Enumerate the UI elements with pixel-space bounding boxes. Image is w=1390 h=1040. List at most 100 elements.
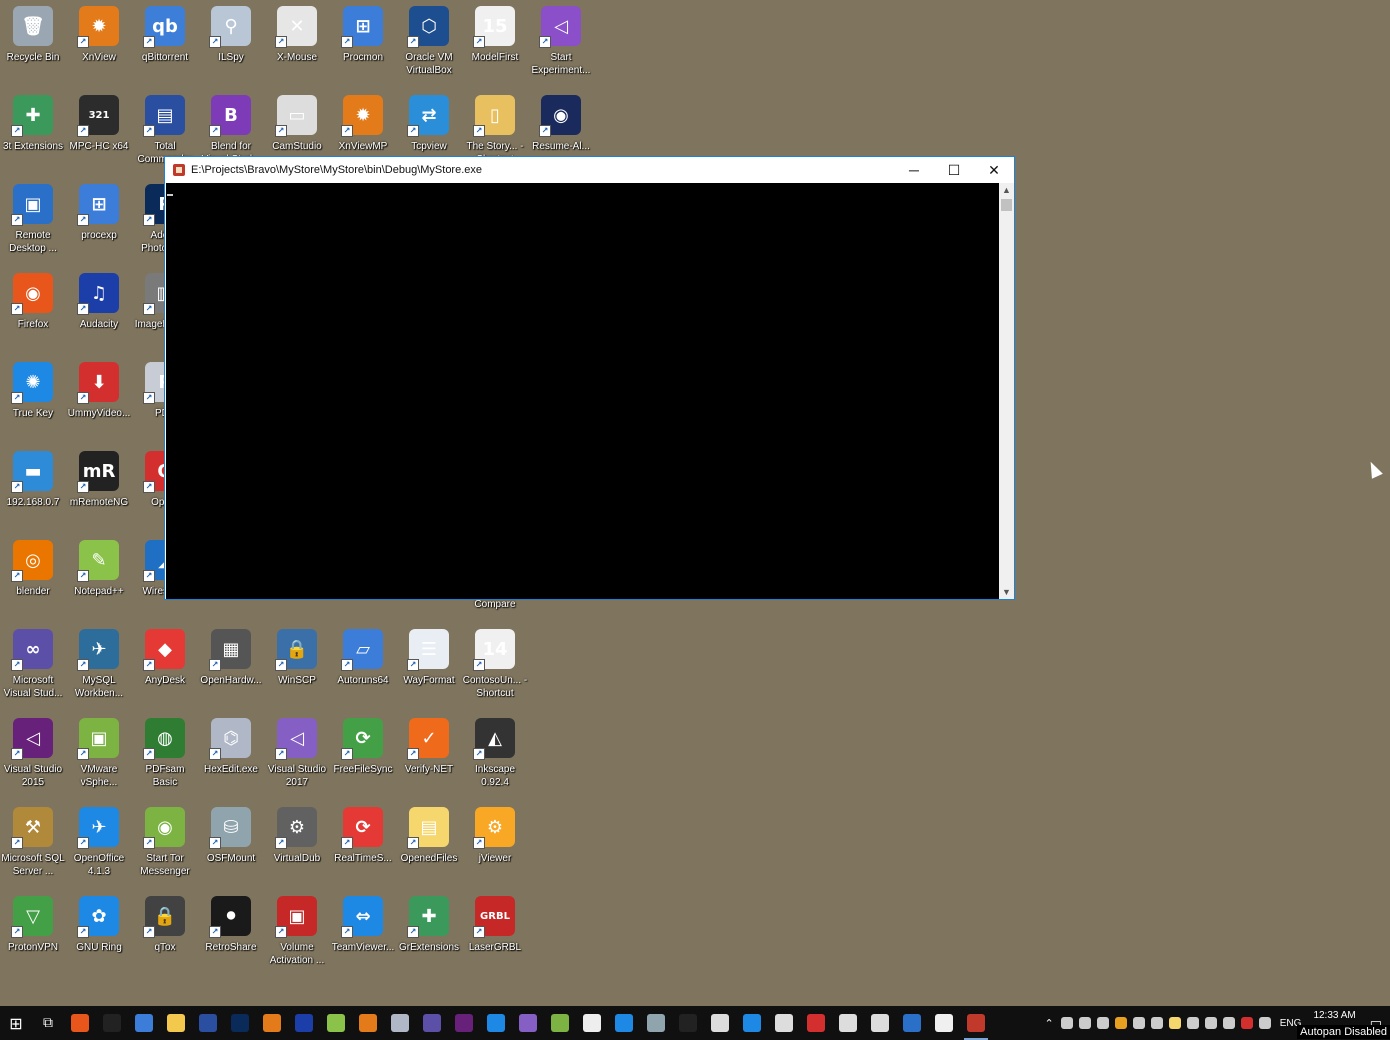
desktop-icon[interactable]: ▱ ↗ Autoruns64 [330, 625, 396, 711]
desktop-icon[interactable]: ✺ ↗ True Key [0, 358, 66, 444]
desktop-icon[interactable]: ✈ ↗ MySQL Workben... [66, 625, 132, 711]
taskbar-app-button[interactable] [800, 1006, 832, 1040]
desktop-icon[interactable]: ⚫ ↗ RetroShare [198, 892, 264, 978]
tray-app-icon[interactable] [1078, 1017, 1091, 1029]
tray-app-icon[interactable] [1168, 1017, 1181, 1029]
taskbar-app-button[interactable] [288, 1006, 320, 1040]
desktop-icon[interactable]: ✓ ↗ Verify-NET [396, 714, 462, 800]
tray-app-icon[interactable] [1096, 1017, 1109, 1029]
desktop-icon[interactable]: ▣ ↗ VMware vSphe... [66, 714, 132, 800]
desktop-icon[interactable]: ◭ ↗ Inkscape 0.92.4 [462, 714, 528, 800]
desktop-icon[interactable]: ⌬ ↗ HexEdit.exe [198, 714, 264, 800]
desktop-icon[interactable]: ⊞ ↗ procexp [66, 180, 132, 266]
desktop-icon[interactable]: ✕ ↗ X-Mouse [264, 2, 330, 88]
taskbar-app-button[interactable] [640, 1006, 672, 1040]
start-button[interactable]: ⊞ [0, 1006, 32, 1040]
desktop-icon[interactable]: ✎ ↗ Notepad++ [66, 536, 132, 622]
tray-app-icon[interactable] [1222, 1017, 1235, 1029]
desktop-icon[interactable]: ⛁ ↗ OSFMount [198, 803, 264, 889]
taskbar-app-button[interactable] [160, 1006, 192, 1040]
show-hidden-icons-icon[interactable]: ⌃ [1045, 1017, 1054, 1030]
taskbar-app-button[interactable] [864, 1006, 896, 1040]
desktop-icon[interactable]: ✿ ↗ GNU Ring [66, 892, 132, 978]
taskbar-app-button[interactable] [96, 1006, 128, 1040]
tray-app-icon[interactable] [1060, 1017, 1073, 1029]
close-button[interactable]: ✕ [974, 157, 1014, 183]
taskbar-app-button[interactable] [416, 1006, 448, 1040]
desktop-icon[interactable]: 🔒 ↗ qTox [132, 892, 198, 978]
desktop-icon[interactable]: GRBL ↗ LaserGRBL [462, 892, 528, 978]
desktop-icon[interactable]: ✈ ↗ OpenOffice 4.1.3 [66, 803, 132, 889]
desktop-icon[interactable]: ⟳ ↗ RealTimeS... [330, 803, 396, 889]
taskbar-app-button[interactable] [480, 1006, 512, 1040]
taskbar-app-button[interactable] [928, 1006, 960, 1040]
taskbar-app-button[interactable] [672, 1006, 704, 1040]
desktop-icon[interactable]: 321 ↗ MPC-HC x64 [66, 91, 132, 177]
desktop-icon[interactable]: ◉ ↗ Firefox [0, 269, 66, 355]
tray-app-icon[interactable] [1240, 1017, 1253, 1029]
taskbar-app-button[interactable] [64, 1006, 96, 1040]
desktop-icon[interactable]: ⇔ ↗ TeamViewer... [330, 892, 396, 978]
taskbar-app-button[interactable] [224, 1006, 256, 1040]
desktop-icon[interactable]: ✚ ↗ 3t Extensions [0, 91, 66, 177]
tray-app-icon[interactable] [1204, 1017, 1217, 1029]
desktop-icon[interactable]: ✚ ↗ GrExtensions [396, 892, 462, 978]
desktop-icon[interactable]: ◉ ↗ Start Tor Messenger [132, 803, 198, 889]
taskbar-app-button[interactable] [320, 1006, 352, 1040]
desktop-icon[interactable]: ▣ ↗ Volume Activation ... [264, 892, 330, 978]
desktop-icon[interactable]: 🔒 ↗ WinSCP [264, 625, 330, 711]
tray-app-icon[interactable] [1132, 1017, 1145, 1029]
desktop-icon[interactable]: ∞ ↗ Microsoft Visual Stud... [0, 625, 66, 711]
scroll-down-icon[interactable]: ▼ [999, 585, 1014, 599]
desktop-icon[interactable]: qb ↗ qBittorrent [132, 2, 198, 88]
window-titlebar[interactable]: E:\Projects\Bravo\MyStore\MyStore\bin\De… [165, 157, 1014, 183]
tray-app-icon[interactable] [1258, 1017, 1271, 1029]
taskbar-app-button[interactable] [544, 1006, 576, 1040]
taskbar-app-button[interactable] [512, 1006, 544, 1040]
desktop-icon[interactable]: ⬡ ↗ Oracle VM VirtualBox [396, 2, 462, 88]
desktop-icon[interactable]: ☰ ↗ WayFormat [396, 625, 462, 711]
scroll-thumb[interactable] [1001, 199, 1012, 211]
desktop-icon[interactable]: ⚲ ↗ ILSpy [198, 2, 264, 88]
desktop-icon[interactable]: ✹ ↗ XnView [66, 2, 132, 88]
desktop-icon[interactable]: ◎ ↗ blender [0, 536, 66, 622]
taskbar-app-button[interactable] [896, 1006, 928, 1040]
taskbar-app-button[interactable] [832, 1006, 864, 1040]
console-output[interactable] [166, 183, 1000, 599]
taskbar-app-button[interactable] [736, 1006, 768, 1040]
console-window[interactable]: E:\Projects\Bravo\MyStore\MyStore\bin\De… [164, 156, 1015, 600]
taskbar-app-button[interactable] [704, 1006, 736, 1040]
desktop-icon[interactable]: 15 ↗ ModelFirst [462, 2, 528, 88]
desktop-icon[interactable]: ▦ ↗ OpenHardw... [198, 625, 264, 711]
desktop-icon[interactable]: ⚒ ↗ Microsoft SQL Server ... [0, 803, 66, 889]
tray-app-icon[interactable] [1150, 1017, 1163, 1029]
task-view-button[interactable]: ⧉ [32, 1006, 64, 1040]
desktop-icon[interactable]: ◁ ↗ Visual Studio 2015 [0, 714, 66, 800]
desktop-icon[interactable]: ◍ ↗ PDFsam Basic [132, 714, 198, 800]
vertical-scrollbar[interactable]: ▲ ▼ [999, 183, 1014, 599]
taskbar-app-button[interactable] [192, 1006, 224, 1040]
desktop-icon[interactable]: ⊞ ↗ Procmon [330, 2, 396, 88]
taskbar-app-button[interactable] [448, 1006, 480, 1040]
taskbar-app-button[interactable] [608, 1006, 640, 1040]
minimize-button[interactable]: ─ [894, 157, 934, 183]
taskbar-app-button[interactable] [768, 1006, 800, 1040]
desktop-icon[interactable]: ▬ ↗ 192.168.0.7 [0, 447, 66, 533]
desktop-icon[interactable]: ⟳ ↗ FreeFileSync [330, 714, 396, 800]
tray-app-icon[interactable] [1186, 1017, 1199, 1029]
desktop-icon[interactable]: ▽ ↗ ProtonVPN [0, 892, 66, 978]
taskbar-app-button[interactable] [384, 1006, 416, 1040]
taskbar-app-button[interactable] [576, 1006, 608, 1040]
desktop-icon[interactable]: ▤ ↗ OpenedFiles [396, 803, 462, 889]
maximize-button[interactable]: ☐ [934, 157, 974, 183]
desktop-icon[interactable]: ▣ ↗ Remote Desktop ... [0, 180, 66, 266]
desktop-icon[interactable]: ◁ ↗ Start Experiment... [528, 2, 594, 88]
desktop-icon[interactable]: ⚙ ↗ VirtualDub [264, 803, 330, 889]
taskbar-app-button[interactable] [352, 1006, 384, 1040]
scroll-up-icon[interactable]: ▲ [999, 183, 1014, 197]
desktop-icon[interactable]: ♫ ↗ Audacity [66, 269, 132, 355]
desktop-icon[interactable]: ⬇ ↗ UmmyVideo... [66, 358, 132, 444]
tray-app-icon[interactable] [1114, 1017, 1127, 1029]
desktop-icon[interactable]: mR ↗ mRemoteNG [66, 447, 132, 533]
desktop-icon[interactable]: 🗑 Recycle Bin [0, 2, 66, 88]
